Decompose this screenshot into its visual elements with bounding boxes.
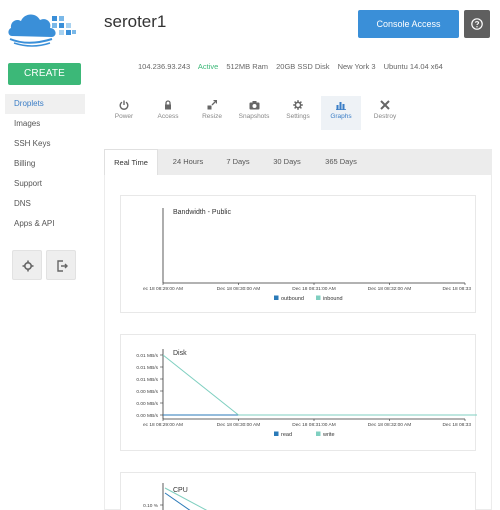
legend-swatch-outbound xyxy=(274,295,279,300)
ram-spec: 512MB Ram xyxy=(226,62,269,71)
legend-label-inbound: inbound xyxy=(323,296,343,302)
legend-swatch-inbound xyxy=(316,295,321,300)
tab-resize[interactable]: Resize xyxy=(192,96,232,130)
x-tick-label: Dec 18 08:33 xyxy=(442,422,471,428)
legend-swatch-write xyxy=(316,431,321,436)
tab-7-days[interactable]: 7 Days xyxy=(218,149,258,175)
x-tick-label: Dec 18 08:31:00 AM xyxy=(292,286,335,292)
disk-chart: Disk 0.01 MB/s 0.01 MB/s 0.01 MB/s 0.00 MB/s… xyxy=(136,349,477,438)
tab-snapshots[interactable]: Snapshots xyxy=(234,96,274,130)
y-tick-label: 0.01 MB/s xyxy=(136,365,158,371)
legend-label-write: write xyxy=(322,432,335,438)
y-tick-label: 0.00 MB/s xyxy=(136,389,158,395)
x-tick-label: ec 18 08:29:00 AM xyxy=(143,422,183,428)
droplet-info-bar: 104.236.93.243 Active 512MB Ram 20GB SSD… xyxy=(138,62,449,71)
question-icon xyxy=(471,18,483,30)
sidebar-item-billing[interactable]: Billing xyxy=(5,154,85,174)
cpu-chart-panel: CPU 0.10 % xyxy=(120,472,476,510)
time-range-tabs: Real Time 24 Hours 7 Days 30 Days 365 Da… xyxy=(104,149,492,175)
tool-label: Resize xyxy=(202,113,222,120)
x-tick-label: Dec 18 08:33 xyxy=(442,286,471,292)
power-icon xyxy=(119,100,129,110)
y-tick-label: 0.01 MB/s xyxy=(136,377,158,383)
legend-label-outbound: outbound xyxy=(281,296,304,302)
resize-icon xyxy=(207,100,217,110)
camera-icon xyxy=(249,101,259,110)
x-tick-label: ec 18 08:29:00 AM xyxy=(143,286,183,292)
y-tick-label: 0.00 MB/s xyxy=(136,413,158,419)
tab-destroy[interactable]: Destroy xyxy=(365,96,405,130)
tab-30-days[interactable]: 30 Days xyxy=(264,149,310,175)
sign-out-icon xyxy=(57,260,68,272)
cloud-logo-icon xyxy=(8,14,76,47)
disk-spec: 20GB SSD Disk xyxy=(276,62,330,71)
x-tick-label: Dec 18 08:30:00 AM xyxy=(217,422,260,428)
lock-icon xyxy=(165,100,171,110)
gear-icon xyxy=(293,100,303,110)
tool-label: Access xyxy=(157,113,179,120)
logout-button[interactable] xyxy=(46,250,76,280)
sidebar-item-apps-api[interactable]: Apps & API xyxy=(5,214,85,234)
bar-chart-icon xyxy=(336,102,346,110)
tool-label: Power xyxy=(114,113,134,120)
droplet-tools-nav: Power Access Resize Snapshots Settings G… xyxy=(104,96,404,132)
chart-title: Disk xyxy=(173,350,187,357)
y-tick-label: 0.00 MB/s xyxy=(136,401,158,407)
close-icon xyxy=(380,100,390,110)
sidebar-item-support[interactable]: Support xyxy=(5,174,85,194)
disk-chart-panel: Disk 0.01 MB/s 0.01 MB/s 0.01 MB/s 0.00 MB/s… xyxy=(120,334,477,451)
droplet-name: seroter1 xyxy=(104,12,167,31)
digitalocean-logo[interactable] xyxy=(6,6,78,50)
tab-settings[interactable]: Settings xyxy=(278,96,318,130)
x-tick-label: Dec 18 08:32:00 AM xyxy=(368,286,411,292)
tab-real-time[interactable]: Real Time xyxy=(104,149,158,175)
x-tick-label: Dec 18 08:30:00 AM xyxy=(217,286,260,292)
create-button[interactable]: CREATE xyxy=(8,63,81,85)
tool-label: Destroy xyxy=(373,113,397,120)
series-line-cpu-b xyxy=(164,492,191,510)
tab-24-hours[interactable]: 24 Hours xyxy=(162,149,214,175)
ip-address[interactable]: 104.236.93.243 xyxy=(138,62,190,71)
sidebar-nav: Droplets Images SSH Keys Billing Support… xyxy=(5,94,85,234)
bandwidth-chart-panel: Bandwidth - Public ec 18 08:29:00 AM Dec 1… xyxy=(120,195,476,313)
console-access-button[interactable]: Console Access xyxy=(358,10,459,38)
help-button[interactable] xyxy=(464,10,490,38)
os-image: Ubuntu 14.04 x64 xyxy=(383,62,443,71)
sidebar-item-droplets[interactable]: Droplets xyxy=(5,94,85,114)
tab-365-days[interactable]: 365 Days xyxy=(316,149,366,175)
sidebar-item-dns[interactable]: DNS xyxy=(5,194,85,214)
tool-label: Snapshots xyxy=(238,113,270,120)
x-tick-label: Dec 18 08:32:00 AM xyxy=(368,422,411,428)
tab-access[interactable]: Access xyxy=(148,96,188,130)
tab-graphs[interactable]: Graphs xyxy=(321,96,361,130)
tab-power[interactable]: Power xyxy=(104,96,144,130)
sidebar-item-ssh-keys[interactable]: SSH Keys xyxy=(5,134,85,154)
tool-label: Graphs xyxy=(330,113,352,120)
sidebar-icon-row xyxy=(12,250,76,280)
series-line-write xyxy=(162,354,477,416)
cpu-chart: CPU0.10 % xyxy=(143,483,208,510)
sidebar-item-images[interactable]: Images xyxy=(5,114,85,134)
chart-title: Bandwidth - Public xyxy=(173,209,231,216)
y-tick-label: 0.10 % xyxy=(143,503,159,509)
account-settings-button[interactable] xyxy=(12,250,42,280)
status-badge: Active xyxy=(197,62,219,71)
legend-label-read: read xyxy=(281,432,292,438)
x-tick-label: Dec 18 08:31:00 AM xyxy=(292,422,335,428)
tool-label: Settings xyxy=(286,113,310,120)
sidebar: CREATE Droplets Images SSH Keys Billing … xyxy=(0,0,90,510)
region: New York 3 xyxy=(337,62,376,71)
y-tick-label: 0.01 MB/s xyxy=(136,353,158,359)
bandwidth-chart: Bandwidth - Public ec 18 08:29:00 AM Dec 1… xyxy=(143,208,471,302)
gear-icon xyxy=(22,260,34,272)
legend-swatch-read xyxy=(274,431,279,436)
